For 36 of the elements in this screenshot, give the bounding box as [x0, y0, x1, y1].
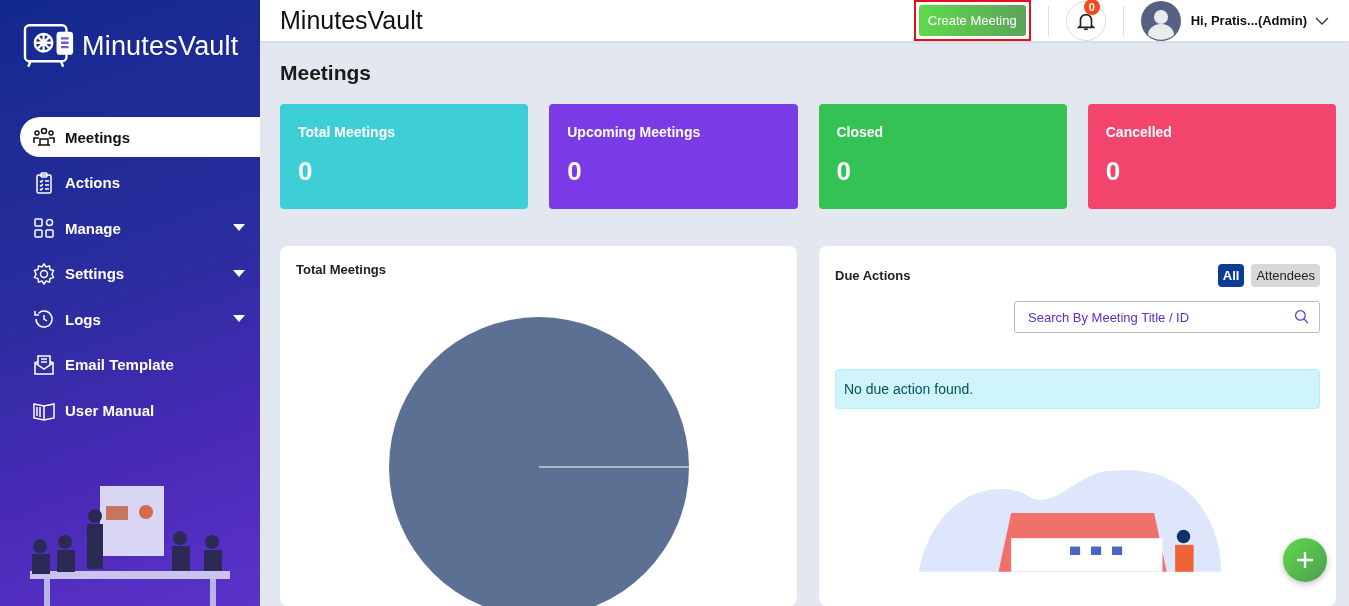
history-icon	[32, 307, 56, 331]
nav-item[interactable]: Actions	[20, 162, 260, 203]
chevron-down-icon	[1315, 16, 1329, 25]
stat-value: 0	[298, 156, 314, 187]
app-title: MinutesVault	[280, 6, 423, 35]
nav-item[interactable]: Meetings	[20, 117, 260, 157]
stat-label: Cancelled	[1105, 124, 1173, 140]
search-icon	[1294, 309, 1310, 325]
card-title: Total Meetings	[296, 262, 388, 277]
stat-value: 0	[1105, 156, 1122, 187]
avatar-icon	[1140, 0, 1181, 41]
page-title: Meetings	[280, 61, 372, 85]
filter-tab[interactable]: All	[1217, 264, 1245, 287]
stat-value: 0	[836, 156, 852, 187]
stat-label: Total Meetings	[298, 124, 396, 140]
nav-item[interactable]: Manage	[20, 208, 260, 248]
notification-count-badge: 0	[1083, 0, 1100, 15]
notification-button[interactable]: 0	[1065, 0, 1106, 41]
nav-item[interactable]: User Manual	[20, 390, 260, 430]
user-menu-button[interactable]: Hi, Pratis...(Admin)	[1190, 13, 1329, 28]
empty-message: No due action found.	[835, 369, 1320, 409]
gear-icon	[32, 261, 56, 286]
mail-icon	[32, 352, 56, 377]
search-field[interactable]: Search By Meeting Title / ID	[1014, 301, 1320, 333]
nav-item[interactable]: Settings	[20, 253, 260, 294]
card-title: Due Actions	[835, 268, 911, 283]
plus-icon	[1295, 550, 1315, 570]
stat-value: 0	[567, 156, 583, 187]
app-logo-text: MinutesVault	[82, 31, 239, 62]
filter-tab[interactable]: Attendees	[1251, 264, 1320, 287]
grid-icon	[32, 216, 56, 240]
stat-label: Closed	[836, 124, 885, 140]
nav-item[interactable]: Email Template	[20, 344, 260, 385]
nav-item[interactable]: Logs	[20, 299, 260, 339]
stat-label: Upcoming Meetings	[567, 124, 702, 140]
people-icon	[32, 125, 56, 149]
